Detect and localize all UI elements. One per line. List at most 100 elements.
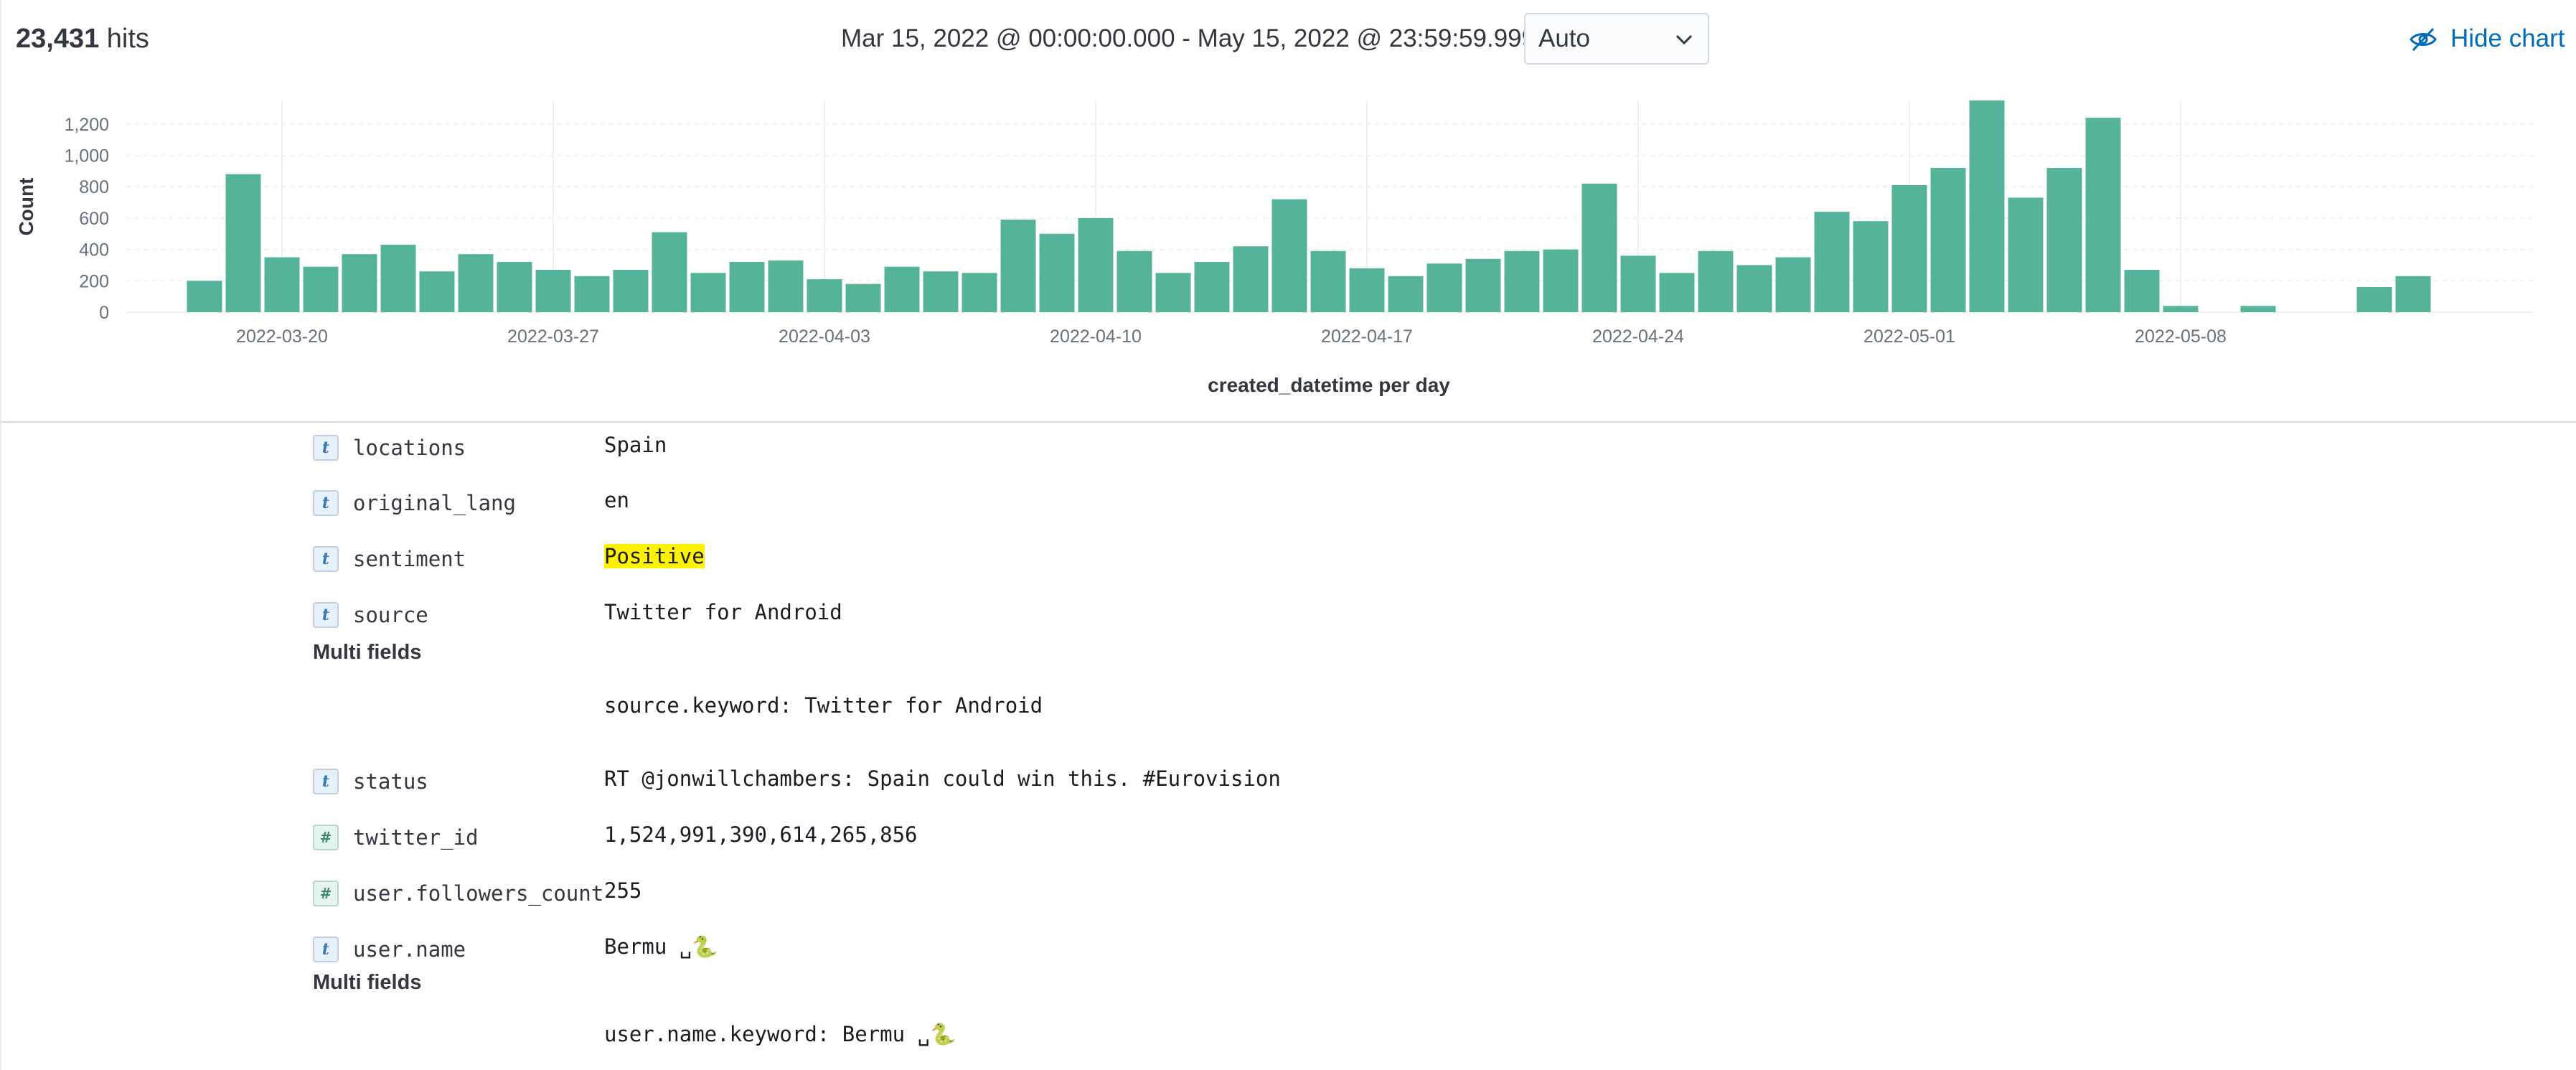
y-tick-label: 600 <box>79 209 109 229</box>
histogram-bar <box>2046 167 2082 312</box>
histogram-bar <box>1039 233 1075 312</box>
histogram-bar <box>1155 273 1191 312</box>
histogram-bar <box>1388 276 1424 312</box>
histogram-bar <box>2356 287 2392 312</box>
field-name-twitter-id: twitter_id <box>353 825 479 850</box>
histogram-bar <box>923 271 959 312</box>
y-tick-label: 800 <box>79 177 109 197</box>
histogram-bar <box>1504 250 1540 312</box>
x-tick-label: 2022-04-03 <box>779 327 870 347</box>
y-tick-label: 0 <box>99 303 109 323</box>
histogram-bar <box>1310 250 1346 312</box>
histogram-bar <box>1000 220 1036 312</box>
histogram-bar <box>768 260 804 312</box>
histogram-bar <box>1659 273 1695 312</box>
histogram-bar <box>1581 183 1617 312</box>
histogram-bar <box>1349 268 1385 312</box>
field-value-twitter-id: 1,524,991,390,614,265,856 <box>604 822 918 847</box>
histogram-bar <box>1891 185 1927 312</box>
histogram-bar <box>1853 221 1889 312</box>
string-type-icon: t <box>313 937 339 962</box>
y-tick-label: 1,200 <box>64 115 109 135</box>
number-type-icon: # <box>313 825 339 850</box>
number-type-icon: # <box>313 881 339 906</box>
histogram-bar <box>1969 100 2005 312</box>
histogram-bar <box>419 271 455 312</box>
histogram-bar <box>2085 118 2121 312</box>
histogram-bar <box>613 270 649 312</box>
x-tick-label: 2022-04-17 <box>1321 327 1413 347</box>
field-name-status: status <box>353 769 428 794</box>
field-value-user-name: Bermu ␣🐍 <box>604 934 718 959</box>
histogram-bar <box>574 276 610 312</box>
field-name-user-followers-count: user.followers_count <box>353 881 604 906</box>
histogram-bar <box>1117 250 1152 312</box>
user-name-keyword-value: user.name.keyword: Bermu ␣🐍 <box>604 1022 956 1046</box>
multi-fields-heading: Multi fields <box>313 971 422 994</box>
histogram-bar <box>1736 265 1772 312</box>
histogram-bar <box>342 254 377 312</box>
histogram-bar <box>225 174 261 312</box>
histogram-bar <box>264 257 300 312</box>
histogram-bar <box>2240 306 2276 312</box>
field-value-original-lang: en <box>604 488 629 512</box>
y-tick-label: 1,000 <box>64 146 109 166</box>
histogram-bar <box>1233 246 1269 312</box>
histogram-bar <box>1194 262 1230 312</box>
histogram-bar <box>1698 250 1734 312</box>
histogram-bar <box>535 270 571 312</box>
histogram-bar <box>1465 258 1501 312</box>
string-type-icon: t <box>313 769 339 794</box>
histogram-bar <box>458 254 494 312</box>
histogram-bar <box>380 245 416 312</box>
string-type-icon: t <box>313 546 339 572</box>
histogram-bar <box>2008 197 2044 312</box>
search-highlight: Positive <box>604 544 705 568</box>
histogram-bar <box>1271 199 1307 312</box>
histogram-bar <box>729 262 765 312</box>
x-tick-label: 2022-04-10 <box>1050 327 1142 347</box>
histogram-bar <box>303 266 339 312</box>
x-tick-label: 2022-03-20 <box>236 327 328 347</box>
histogram-bar <box>652 232 687 312</box>
y-tick-label: 400 <box>79 240 109 261</box>
histogram-bar <box>1620 255 1656 312</box>
histogram-bar <box>845 283 881 312</box>
x-tick-label: 2022-03-27 <box>507 327 599 347</box>
y-axis-title: Count <box>15 178 37 236</box>
field-value-locations: Spain <box>604 433 667 457</box>
histogram-bar <box>187 281 222 312</box>
histogram-bar <box>1814 212 1850 312</box>
field-value-sentiment: Positive <box>604 542 705 571</box>
histogram-bar <box>1426 263 1462 312</box>
histogram-panel: 23,431 hits Mar 15, 2022 @ 00:00:00.000 … <box>0 0 2576 423</box>
y-tick-label: 200 <box>79 271 109 291</box>
source-keyword-value: source.keyword: Twitter for Android <box>604 693 1043 718</box>
histogram-bar <box>1543 249 1579 312</box>
histogram-bar <box>2163 306 2199 312</box>
histogram-chart: 0 200 400 600 800 1,000 1,200 2022-03-20 2022-03… <box>15 100 2533 396</box>
x-tick-label: 2022-05-01 <box>1863 327 1955 347</box>
field-name-original-lang: original_lang <box>353 491 516 515</box>
string-type-icon: t <box>313 602 339 628</box>
histogram-bar <box>2395 276 2431 312</box>
histogram-bar <box>2124 270 2160 312</box>
field-value-source: Twitter for Android <box>604 600 842 624</box>
field-name-locations: locations <box>353 436 466 460</box>
histogram-bar <box>690 273 726 312</box>
field-name-sentiment: sentiment <box>353 547 466 571</box>
histogram-bar <box>807 279 842 312</box>
histogram-bar <box>1775 257 1811 312</box>
string-type-icon: t <box>313 435 339 461</box>
histogram-bar <box>1930 167 1966 312</box>
string-type-icon: t <box>313 490 339 516</box>
field-name-source: source <box>353 603 428 627</box>
document-detail-table: t locations Spain t original_lang en t sentimen… <box>0 423 2576 1070</box>
multi-fields-heading: Multi fields <box>313 641 422 664</box>
histogram-bar <box>497 262 532 312</box>
field-value-user-followers-count: 255 <box>604 878 642 903</box>
histogram-bar <box>1078 217 1114 312</box>
x-tick-label: 2022-05-08 <box>2135 327 2227 347</box>
histogram-bar <box>884 266 920 312</box>
x-tick-label: 2022-04-24 <box>1592 327 1684 347</box>
